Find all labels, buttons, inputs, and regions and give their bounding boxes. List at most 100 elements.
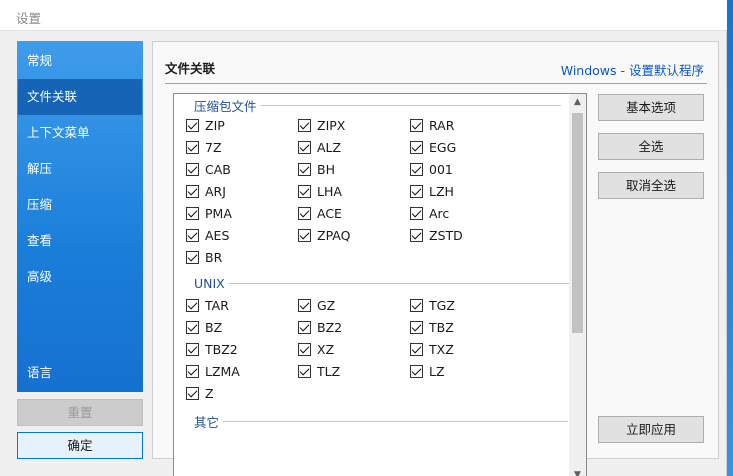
checkbox-checked-icon[interactable] [186,207,199,220]
checkbox-checked-icon[interactable] [410,185,423,198]
checkbox-checked-icon[interactable] [186,387,199,400]
checkbox-checked-icon[interactable] [410,299,423,312]
file-type-label: LZ [429,364,445,379]
checkbox-checked-icon[interactable] [186,299,199,312]
file-type-checkbox[interactable]: AES [186,228,229,243]
checkbox-checked-icon[interactable] [298,163,311,176]
file-type-label: CAB [205,162,231,177]
checkbox-checked-icon[interactable] [410,229,423,242]
file-type-checkbox[interactable]: BH [298,162,335,177]
checkbox-checked-icon[interactable] [186,185,199,198]
deselect-all-button[interactable]: 取消全选 [598,172,704,199]
checkbox-checked-icon[interactable] [298,365,311,378]
title-bar[interactable]: 设置 [0,0,727,31]
checkbox-checked-icon[interactable] [186,141,199,154]
file-type-label: TXZ [429,342,454,357]
file-type-checkbox[interactable]: TLZ [298,364,340,379]
settings-window: 设置 常规 文件关联 上下文菜单 解压 压缩 查看 高级 语言 重置 确定 文件… [0,0,727,476]
file-type-checkbox[interactable]: Arc [410,206,449,221]
sidebar-item-compress[interactable]: 压缩 [18,187,142,223]
checkbox-checked-icon[interactable] [298,229,311,242]
file-type-checkbox[interactable]: GZ [298,298,335,313]
file-type-checkbox[interactable]: XZ [298,342,334,357]
file-type-checkbox[interactable]: ZIPX [298,118,345,133]
checkbox-checked-icon[interactable] [410,119,423,132]
checkbox-checked-icon[interactable] [298,207,311,220]
file-type-label: TGZ [429,298,455,313]
select-all-button[interactable]: 全选 [598,133,704,160]
file-type-checkbox[interactable]: RAR [410,118,454,133]
checkbox-checked-icon[interactable] [410,343,423,356]
checkbox-checked-icon[interactable] [410,207,423,220]
reset-button[interactable]: 重置 [17,399,143,426]
file-type-label: PMA [205,206,232,221]
checkbox-checked-icon[interactable] [410,321,423,334]
file-type-checkbox[interactable]: 7Z [186,140,222,155]
file-type-checkbox[interactable]: PMA [186,206,232,221]
file-type-checkbox[interactable]: EGG [410,140,456,155]
file-type-checkbox[interactable]: LZ [410,364,445,379]
file-type-checkbox[interactable]: ZIP [186,118,225,133]
file-type-checkbox[interactable]: ZSTD [410,228,463,243]
sidebar-item-extract[interactable]: 解压 [18,151,142,187]
file-type-label: TAR [205,298,229,313]
window-title: 设置 [16,11,42,26]
checkbox-checked-icon[interactable] [298,343,311,356]
sidebar-item-language[interactable]: 语言 [18,355,142,391]
checkbox-checked-icon[interactable] [410,163,423,176]
sidebar-item-general[interactable]: 常规 [18,43,142,79]
file-type-label: GZ [317,298,336,313]
file-type-label: Arc [429,206,450,221]
list-scrollbar[interactable]: ▲ ▼ [569,94,586,476]
scroll-thumb[interactable] [572,113,583,333]
group-header-line [260,105,561,106]
checkbox-checked-icon[interactable] [186,163,199,176]
sidebar-item-advanced[interactable]: 高级 [18,259,142,295]
sidebar-item-file-association[interactable]: 文件关联 [18,79,142,115]
file-type-label: ARJ [205,184,226,199]
file-type-checkbox[interactable]: ZPAQ [298,228,350,243]
scroll-up-icon[interactable]: ▲ [569,94,586,111]
file-type-checkbox[interactable]: LZMA [186,364,240,379]
checkbox-checked-icon[interactable] [186,321,199,334]
file-type-checkbox[interactable]: TAR [186,298,229,313]
checkbox-checked-icon[interactable] [298,119,311,132]
file-type-checkbox[interactable]: BZ [186,320,222,335]
file-type-checkbox[interactable]: ALZ [298,140,341,155]
checkbox-checked-icon[interactable] [186,119,199,132]
file-type-checkbox[interactable]: LHA [298,184,342,199]
file-type-checkbox[interactable]: BZ2 [298,320,342,335]
file-type-label: 7Z [205,140,222,155]
file-type-checkbox[interactable]: ARJ [186,184,226,199]
checkbox-checked-icon[interactable] [186,365,199,378]
sidebar-item-view[interactable]: 查看 [18,223,142,259]
file-type-checkbox[interactable]: TXZ [410,342,454,357]
checkbox-checked-icon[interactable] [298,299,311,312]
file-type-label: LZH [429,184,454,199]
checkbox-checked-icon[interactable] [298,321,311,334]
file-type-checkbox[interactable]: Z [186,386,214,401]
checkbox-checked-icon[interactable] [186,343,199,356]
file-type-checkbox[interactable]: CAB [186,162,231,177]
checkbox-checked-icon[interactable] [186,229,199,242]
sidebar-item-context-menu[interactable]: 上下文菜单 [18,115,142,151]
windows-default-programs-link[interactable]: Windows - 设置默认程序 [561,60,704,79]
scroll-down-icon[interactable]: ▼ [569,467,586,476]
checkbox-checked-icon[interactable] [298,141,311,154]
basic-options-button[interactable]: 基本选项 [598,94,704,121]
checkbox-checked-icon[interactable] [186,251,199,264]
ok-button[interactable]: 确定 [17,432,143,459]
checkbox-checked-icon[interactable] [410,141,423,154]
checkbox-checked-icon[interactable] [298,185,311,198]
file-type-checkbox[interactable]: 001 [410,162,453,177]
file-type-checkbox[interactable]: TBZ2 [186,342,238,357]
file-type-checkbox[interactable]: TGZ [410,298,455,313]
file-type-list[interactable]: 压缩包文件 ZIP ZIPX RAR 7Z ALZ EGG CAB BH 001 ARJ LHA LZH… [173,93,587,476]
file-type-checkbox[interactable]: LZH [410,184,454,199]
file-type-checkbox[interactable]: BR [186,250,222,265]
file-type-checkbox[interactable]: TBZ [410,320,454,335]
checkbox-checked-icon[interactable] [410,365,423,378]
file-type-label: ALZ [317,140,342,155]
file-type-checkbox[interactable]: ACE [298,206,342,221]
apply-now-button[interactable]: 立即应用 [598,416,704,443]
